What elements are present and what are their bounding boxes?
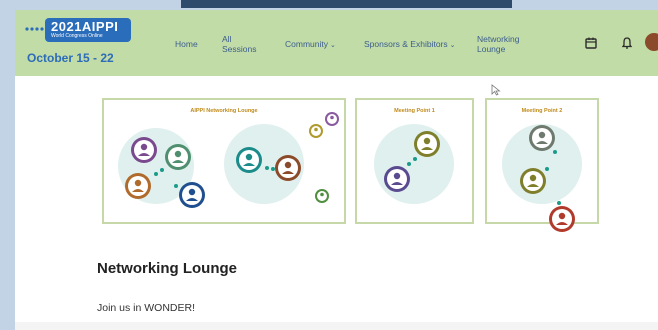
banner-networking-lounge[interactable]: AIPPI Networking Lounge xyxy=(102,98,346,224)
site-header: 2021AIPPI World Congress Online October … xyxy=(15,10,658,76)
page-title: Networking Lounge xyxy=(97,260,237,277)
networking-illustration xyxy=(118,112,339,208)
nav-community[interactable]: Community ⌄ xyxy=(285,39,336,51)
logo-subtitle: World Congress Online xyxy=(51,33,103,39)
person-icon xyxy=(315,189,329,203)
banner-meeting-point-1[interactable]: Meeting Point 1 xyxy=(355,98,474,224)
person-icon xyxy=(131,137,157,163)
nav-sponsors-exhibitors[interactable]: Sponsors & Exhibitors ⌄ xyxy=(364,39,456,51)
event-dates: October 15 - 22 xyxy=(27,51,114,65)
bottom-band xyxy=(15,322,658,330)
nav-networking-lounge[interactable]: Networking Lounge xyxy=(477,34,533,54)
logo-badge: 2021AIPPI World Congress Online xyxy=(45,18,131,42)
nav-home[interactable]: Home xyxy=(175,39,198,49)
logo-dots-icon xyxy=(25,27,44,31)
page: 2021AIPPI World Congress Online October … xyxy=(15,10,658,330)
person-icon xyxy=(529,125,555,151)
person-icon xyxy=(275,155,301,181)
page-subtitle: Join us in WONDER! xyxy=(97,302,196,314)
person-icon xyxy=(325,112,339,126)
nav-networking-label: Networking Lounge xyxy=(477,34,520,54)
bell-icon[interactable] xyxy=(620,36,634,50)
nav-home-label: Home xyxy=(175,39,198,49)
logo-year: 2021AIPPI xyxy=(51,19,119,34)
person-icon xyxy=(236,147,262,173)
site-logo[interactable]: 2021AIPPI World Congress Online October … xyxy=(25,16,165,74)
nav-community-label: Community xyxy=(285,39,328,49)
person-icon xyxy=(520,168,546,194)
mouse-cursor-icon xyxy=(491,84,501,96)
calendar-icon[interactable] xyxy=(584,36,598,50)
banner-meeting-point-2[interactable]: Meeting Point 2 xyxy=(485,98,599,232)
nav-sponsors-label: Sponsors & Exhibitors xyxy=(364,39,448,49)
meeting-point-2-illustration xyxy=(502,124,582,232)
meeting-point-1-illustration xyxy=(374,124,454,204)
nav-all-sessions[interactable]: All Sessions xyxy=(222,34,262,54)
person-icon xyxy=(125,173,151,199)
top-strip xyxy=(181,0,512,8)
nav-all-sessions-label: All Sessions xyxy=(222,34,257,54)
person-icon xyxy=(384,166,410,192)
person-icon xyxy=(179,182,205,208)
chevron-down-icon: ⌄ xyxy=(329,42,336,49)
person-icon xyxy=(309,124,323,138)
person-icon xyxy=(549,206,575,232)
person-icon xyxy=(414,131,440,157)
user-avatar[interactable] xyxy=(645,33,658,51)
chevron-down-icon: ⌄ xyxy=(449,42,456,49)
person-icon xyxy=(165,144,191,170)
